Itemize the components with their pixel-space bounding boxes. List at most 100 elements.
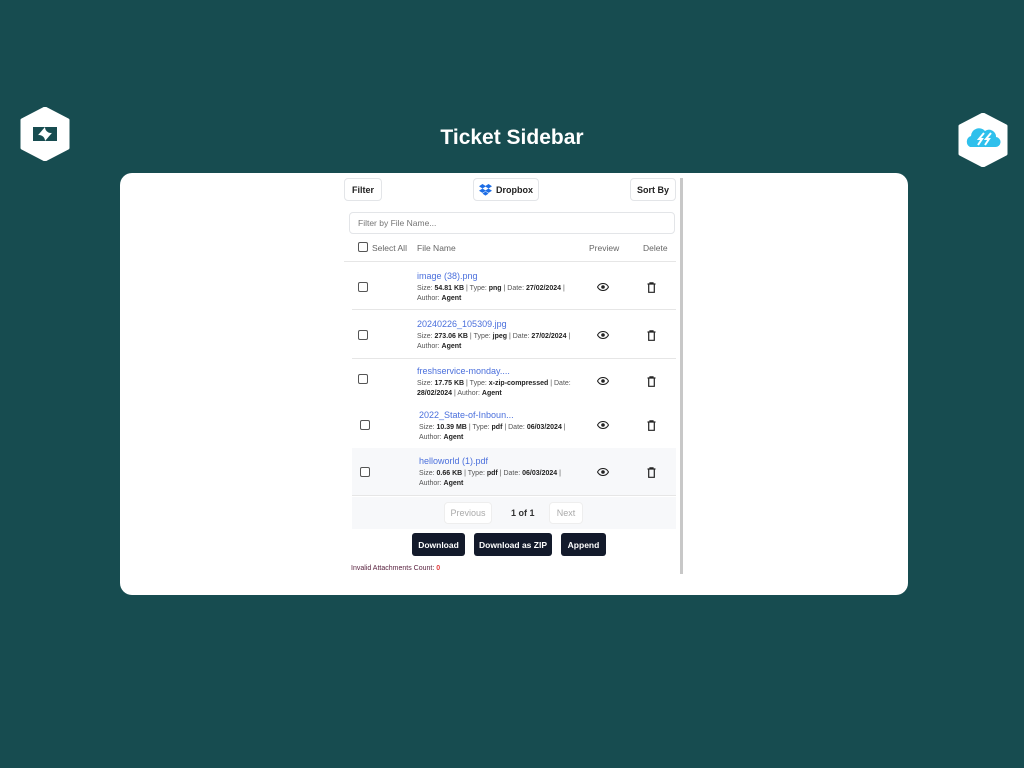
file-type: x-zip-compressed: [488, 380, 549, 387]
file-row: freshservice-monday.... Size: 17.75 KB |…: [352, 360, 676, 401]
author-label: Author:: [417, 343, 442, 350]
file-name-link[interactable]: 20240226_105309.jpg: [417, 319, 507, 329]
file-checkbox[interactable]: [358, 282, 368, 292]
separator: |: [452, 390, 456, 397]
date-label: | Date:: [548, 380, 571, 387]
invalid-attachments: Invalid Attachments Count: 0: [351, 565, 440, 572]
file-checkbox[interactable]: [358, 374, 368, 384]
author-label: Author:: [419, 434, 444, 441]
file-row: 2022_State-of-Inboun... Size: 10.39 MB |…: [352, 402, 676, 448]
delete-trash-icon[interactable]: [647, 376, 656, 389]
type-label: | Type:: [467, 333, 493, 340]
dropbox-label: Dropbox: [496, 184, 533, 195]
file-name-link[interactable]: 2022_State-of-Inboun...: [419, 410, 514, 420]
author-label: Author:: [419, 480, 444, 487]
append-button[interactable]: Append: [561, 533, 606, 556]
file-size: 273.06 KB: [434, 333, 468, 340]
delete-header: Delete: [643, 243, 668, 253]
delete-trash-icon[interactable]: [647, 330, 656, 343]
dropbox-button[interactable]: Dropbox: [473, 178, 539, 201]
size-label: Size:: [419, 470, 437, 477]
preview-eye-icon[interactable]: [596, 282, 610, 293]
download-zip-button[interactable]: Download as ZIP: [474, 533, 552, 556]
file-type: png: [488, 285, 502, 292]
author-label: Author:: [457, 390, 482, 397]
file-meta: Size: 17.75 KB | Type: x-zip-compressed …: [417, 379, 572, 399]
separator: |: [566, 333, 571, 340]
size-label: Size:: [417, 380, 435, 387]
file-size: 0.66 KB: [436, 470, 463, 477]
filter-label: Filter: [351, 184, 374, 195]
file-row: image (38).png Size: 54.81 KB | Type: pn…: [352, 263, 676, 310]
page-title: Ticket Sidebar: [440, 126, 584, 149]
preview-eye-icon[interactable]: [596, 467, 610, 478]
file-size: 17.75 KB: [434, 380, 465, 387]
preview-eye-icon[interactable]: [596, 330, 610, 341]
file-name-link[interactable]: helloworld (1).pdf: [419, 456, 488, 466]
type-label: | Type:: [462, 470, 487, 477]
file-date: 06/03/2024: [526, 424, 562, 431]
author-label: Author:: [417, 295, 442, 302]
page-indicator: 1 of 1: [511, 508, 535, 518]
next-button[interactable]: Next: [549, 502, 583, 524]
file-author: Agent: [441, 343, 462, 350]
separator: |: [561, 424, 566, 431]
file-name-link[interactable]: freshservice-monday....: [417, 366, 510, 376]
select-all-checkbox[interactable]: [358, 242, 368, 252]
attachments-panel: Filter Dropbox Sort By Select All File N…: [344, 178, 676, 574]
file-author: Agent: [481, 390, 502, 397]
file-type: jpeg: [492, 333, 508, 340]
file-meta: Size: 54.81 KB | Type: png | Date: 27/02…: [417, 284, 572, 304]
size-label: Size:: [417, 285, 435, 292]
download-button[interactable]: Download: [412, 533, 465, 556]
select-all-label: Select All: [372, 243, 407, 253]
file-type: pdf: [491, 424, 503, 431]
sort-label: Sort By: [636, 184, 669, 195]
file-date: 27/02/2024: [525, 285, 562, 292]
dropbox-icon: [479, 183, 492, 196]
file-date: 28/02/2024: [417, 390, 453, 397]
previous-label: Previous: [450, 508, 486, 518]
type-label: | Type:: [464, 285, 489, 292]
file-row: 20240226_105309.jpg Size: 273.06 KB | Ty…: [352, 311, 676, 359]
previous-button[interactable]: Previous: [444, 502, 492, 524]
delete-trash-icon[interactable]: [647, 467, 656, 480]
file-name-link[interactable]: image (38).png: [417, 271, 478, 281]
file-checkbox[interactable]: [358, 330, 368, 340]
invalid-count-label: Invalid Attachments Count:: [351, 565, 437, 572]
file-size: 54.81 KB: [434, 285, 465, 292]
scrollbar[interactable]: [680, 178, 683, 574]
sort-by-button[interactable]: Sort By: [630, 178, 676, 201]
table-header: Select All File Name Preview Delete: [344, 237, 676, 262]
separator: |: [557, 470, 561, 477]
file-date: 27/02/2024: [531, 333, 567, 340]
file-author: Agent: [443, 434, 464, 441]
type-label: | Type:: [466, 424, 492, 431]
file-meta: Size: 273.06 KB | Type: jpeg | Date: 27/…: [417, 332, 572, 352]
file-type: pdf: [486, 470, 498, 477]
invalid-count-value: 0: [436, 565, 441, 572]
file-size: 10.39 MB: [436, 424, 467, 431]
separator: |: [561, 285, 565, 292]
file-date: 06/03/2024: [522, 470, 558, 477]
pagination: Previous 1 of 1 Next: [352, 497, 676, 529]
file-author: Agent: [443, 480, 464, 487]
preview-eye-icon[interactable]: [596, 376, 610, 387]
size-label: Size:: [417, 333, 435, 340]
date-label: | Date:: [502, 424, 527, 431]
date-label: | Date:: [501, 285, 526, 292]
size-label: Size:: [419, 424, 437, 431]
delete-trash-icon[interactable]: [647, 282, 656, 295]
file-author: Agent: [441, 295, 462, 302]
file-name-filter-input[interactable]: [349, 212, 675, 234]
file-meta: Size: 0.66 KB | Type: pdf | Date: 06/03/…: [419, 469, 574, 489]
filter-button[interactable]: Filter: [344, 178, 382, 201]
delete-trash-icon[interactable]: [647, 420, 656, 433]
file-meta: Size: 10.39 MB | Type: pdf | Date: 06/03…: [419, 423, 574, 443]
file-checkbox[interactable]: [360, 420, 370, 430]
preview-header: Preview: [589, 243, 620, 253]
next-label: Next: [556, 508, 576, 518]
file-row: helloworld (1).pdf Size: 0.66 KB | Type:…: [352, 448, 676, 496]
file-checkbox[interactable]: [360, 467, 370, 477]
preview-eye-icon[interactable]: [596, 420, 610, 431]
